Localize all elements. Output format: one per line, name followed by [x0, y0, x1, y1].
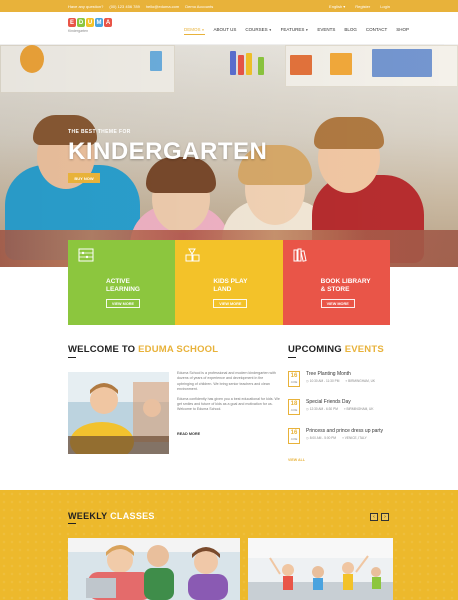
nav-item-contact[interactable]: CONTACT	[366, 27, 387, 35]
title-underline	[68, 523, 76, 524]
login-link[interactable]: Login	[380, 4, 390, 9]
event-item[interactable]: 16 JUNE Princess and prince dress up part…	[288, 428, 392, 448]
feature-view-more-button[interactable]: VIEW MORE	[320, 299, 355, 308]
title-underline	[68, 357, 76, 358]
nav-item-blog[interactable]: BLOG	[344, 27, 357, 35]
hero-title: KINDERGARTEN	[68, 138, 268, 165]
read-more-link[interactable]: READ MORE	[177, 432, 200, 436]
weekly-classes-title: WEEKLY CLASSES	[68, 511, 155, 521]
nav-item-features[interactable]: FEATURES▼	[281, 27, 309, 35]
event-title[interactable]: Special Friends Day	[306, 399, 351, 405]
event-meta: ◷ 10:30 AM - 11:30 PM ⌖ BIRMINGHAM, UK	[306, 379, 376, 383]
site-logo[interactable]: EDUMA Kindergarten	[68, 18, 112, 40]
carousel-next-button[interactable]: ›	[381, 513, 389, 521]
phone-link[interactable]: (00) 123 456 789	[109, 4, 139, 9]
language-select[interactable]: English ▾	[329, 4, 345, 9]
chevron-down-icon: ▼	[305, 28, 309, 32]
view-all-events-link[interactable]: VIEW ALL	[288, 458, 305, 462]
title-underline	[288, 357, 296, 358]
class-card[interactable]	[68, 538, 240, 600]
feature-view-more-button[interactable]: VIEW MORE	[213, 299, 248, 308]
pin-icon: ⌖	[343, 407, 346, 411]
top-bar: Have any question? (00) 123 456 789 hell…	[0, 0, 458, 12]
event-title[interactable]: Princess and prince dress up party	[306, 428, 383, 434]
question-text: Have any question?	[68, 4, 104, 9]
logo-tagline: Kindergarten	[68, 29, 89, 33]
nav-item-shop[interactable]: SHOP	[396, 27, 409, 35]
books-icon	[293, 248, 307, 262]
logo-letter: A	[104, 18, 112, 27]
nav-item-courses[interactable]: COURSES▼	[245, 27, 271, 35]
carousel-prev-button[interactable]: ‹	[370, 513, 378, 521]
main-nav: DEMOS▼ ABOUT US COURSES▼ FEATURES▼ EVENTS BLO…	[184, 27, 409, 35]
abacus-icon	[78, 248, 94, 262]
feature-boxes: ACTIVE LEARNING VIEW MORE KIDS PLAY LAND V…	[68, 240, 390, 325]
feature-title: KIDS PLAY LAND	[213, 278, 248, 293]
welcome-paragraph-1: Eduma School is a professional and moder…	[177, 371, 276, 392]
event-item[interactable]: 18 JUNE Special Friends Day ◷ 12:30 AM - …	[288, 399, 392, 419]
event-title[interactable]: Tree Planting Month	[306, 371, 351, 377]
event-meta: ◷ 8:00 AM - 5:00 PM ⌖ VENICE, ITALY	[306, 436, 367, 440]
nav-item-demos[interactable]: DEMOS▼	[184, 27, 205, 35]
chevron-down-icon: ▼	[268, 28, 272, 32]
hero-buy-button[interactable]: BUY NOW	[68, 173, 100, 183]
event-item[interactable]: 16 JUNE Tree Planting Month ◷ 10:30 AM - …	[288, 371, 392, 391]
hero-subtitle: THE BEST THEME FOR	[68, 129, 131, 135]
welcome-paragraph-2: Eduma confidently has given you a best e…	[177, 396, 280, 412]
nav-item-events[interactable]: EVENTS	[317, 27, 335, 35]
welcome-image	[68, 372, 169, 454]
feature-kids-play-land[interactable]: KIDS PLAY LAND VIEW MORE	[175, 240, 283, 325]
welcome-title: WELCOME TO EDUMA SCHOOL	[68, 344, 219, 355]
event-date: 18 JUNE	[288, 399, 300, 415]
demo-accounts-link[interactable]: Demo Accounts	[185, 4, 213, 9]
chevron-down-icon: ▼	[201, 28, 205, 32]
class-card[interactable]	[248, 538, 393, 600]
pin-icon: ⌖	[345, 379, 348, 383]
logo-letter: E	[68, 18, 76, 27]
email-link[interactable]: hello@eduma.com	[146, 4, 179, 9]
logo-letter: D	[77, 18, 85, 27]
feature-view-more-button[interactable]: VIEW MORE	[106, 299, 140, 308]
blocks-icon	[185, 248, 200, 262]
chevron-left-icon: ‹	[373, 514, 375, 520]
feature-active-learning[interactable]: ACTIVE LEARNING VIEW MORE	[68, 240, 176, 325]
clock-icon: ◷	[306, 379, 309, 383]
welcome-text: Eduma School is a professional and moder…	[177, 371, 281, 417]
clock-icon: ◷	[306, 436, 309, 440]
feature-title: ACTIVE LEARNING	[106, 278, 140, 293]
register-link[interactable]: Register	[355, 4, 370, 9]
chevron-right-icon: ›	[384, 514, 386, 520]
site-header: EDUMA Kindergarten DEMOS▼ ABOUT US COURSES…	[0, 12, 458, 45]
clock-icon: ◷	[306, 407, 309, 411]
events-title: UPCOMING EVENTS	[288, 344, 384, 355]
event-date: 16 JUNE	[288, 428, 300, 444]
feature-book-library[interactable]: BOOK LIBRARY & STORE VIEW MORE	[282, 240, 390, 325]
feature-title: BOOK LIBRARY & STORE	[320, 278, 371, 293]
event-date: 16 JUNE	[288, 371, 300, 387]
event-meta: ◷ 12:30 AM - 6:30 PM ⌖ BIRMINGHAM, UK	[306, 407, 374, 411]
logo-letter: M	[95, 18, 103, 27]
pin-icon: ⌖	[342, 436, 344, 440]
nav-item-about-us[interactable]: ABOUT US	[214, 27, 237, 35]
logo-blocks: EDUMA	[68, 18, 112, 27]
logo-letter: U	[86, 18, 94, 27]
